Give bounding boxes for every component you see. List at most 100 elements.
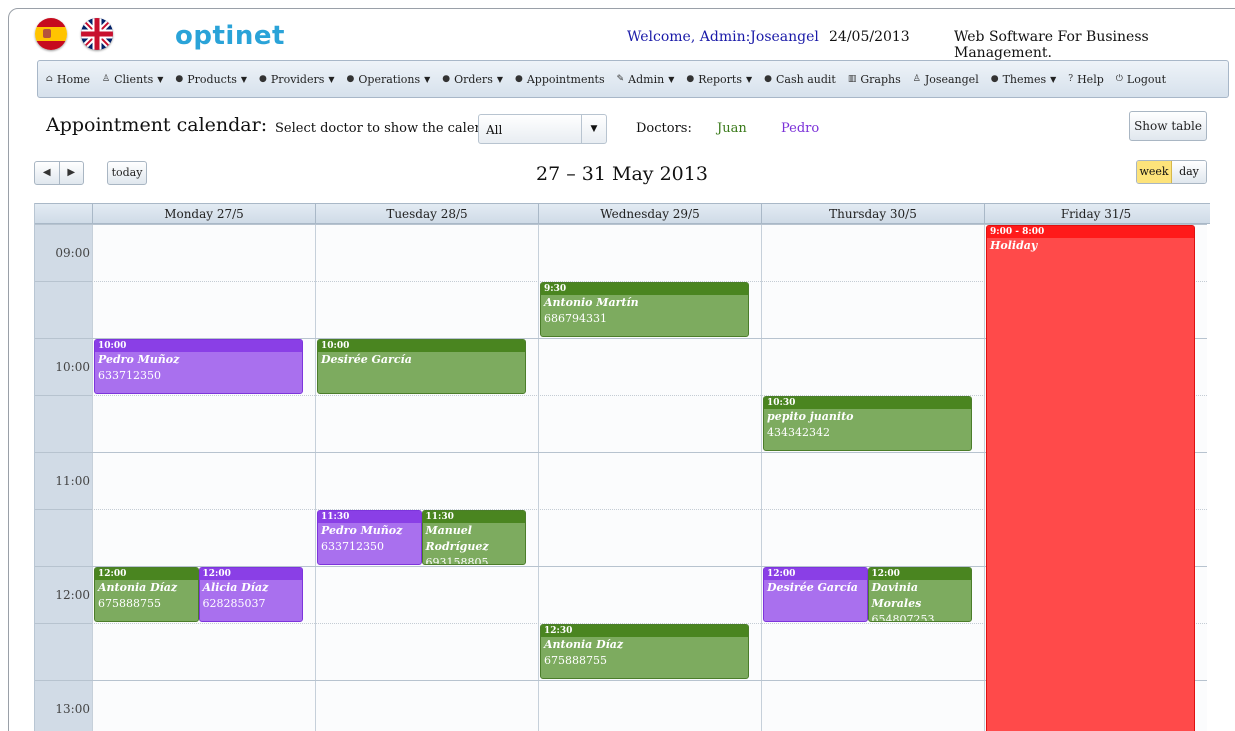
time-gutter: 09:00 10:00 11:00 12:00 13:00 (35, 224, 92, 731)
day-column[interactable] (92, 224, 315, 731)
nav-item-label: Orders (454, 72, 493, 86)
help-icon: ? (1068, 74, 1074, 84)
bullet-icon: ● (990, 74, 999, 84)
app-logo[interactable]: optinet (175, 21, 285, 51)
view-switcher: week day (1136, 160, 1207, 184)
chevron-down-icon: ▼ (1050, 74, 1057, 84)
day-view-button[interactable]: day (1172, 161, 1206, 183)
event-time: 12:00 (95, 568, 198, 580)
appointment-event[interactable]: 12:00 Alicia Díaz 628285037 (198, 567, 303, 622)
event-title: pepito juanito (767, 410, 854, 423)
spanish-flag-icon[interactable] (35, 18, 67, 50)
doctor-select[interactable]: All ▼ (478, 114, 607, 144)
week-view-button[interactable]: week (1137, 161, 1172, 183)
time-label: 10:00 (55, 360, 90, 374)
nav-item-clients[interactable]: ♙ Clients ▼ (102, 73, 163, 86)
nav-item-operations[interactable]: ● Operations ▼ (347, 73, 431, 86)
current-date: 24/05/2013 (829, 29, 910, 45)
event-time: 9:30 (541, 283, 748, 295)
prev-week-icon[interactable]: ◀ (35, 162, 59, 184)
event-time: 10:00 (318, 340, 525, 352)
nav-item-cash-audit[interactable]: ● Cash audit (764, 73, 836, 86)
nav-item-label: Help (1077, 72, 1104, 86)
appointment-event[interactable]: 12:30 Antonia Díaz 675888755 (540, 624, 749, 679)
chevron-down-icon: ▼ (157, 74, 164, 84)
bullet-icon: ● (686, 74, 695, 84)
nav-item-admin[interactable]: ✎ Admin ▼ (617, 73, 675, 86)
user-icon: ♙ (912, 74, 921, 84)
chevron-down-icon[interactable]: ▼ (581, 115, 606, 143)
nav-item-graphs[interactable]: ▥ Graphs (848, 73, 901, 86)
nav-item-themes[interactable]: ● Themes ▼ (991, 73, 1057, 86)
day-column[interactable] (761, 224, 984, 731)
appointment-event[interactable]: 11:30 Pedro Muñoz 633712350 (317, 510, 422, 565)
event-title: Antonia Díaz (544, 638, 624, 651)
time-label: 12:00 (55, 588, 90, 602)
nav-item-home[interactable]: ⌂ Home (46, 73, 90, 86)
nav-item-label: Home (56, 72, 91, 86)
doctor-select-value: All (486, 123, 503, 137)
chevron-down-icon: ▼ (496, 74, 503, 84)
appointment-event[interactable]: 10:30 pepito juanito 434342342 (763, 396, 972, 451)
today-button[interactable]: today (107, 161, 147, 185)
appointment-event[interactable]: 9:30 Antonio Martín 686794331 (540, 282, 749, 337)
nav-item-label: Logout (1126, 72, 1166, 86)
event-phone: 434342342 (767, 426, 830, 439)
english-flag-icon[interactable] (81, 18, 113, 50)
event-time: 12:00 (868, 568, 971, 580)
gutter-line (35, 395, 92, 396)
event-title: Antonio Martín (544, 296, 639, 309)
nav-item-reports[interactable]: ● Reports ▼ (686, 73, 752, 86)
wrench-icon: ✎ (616, 74, 625, 84)
main-nav: ⌂ Home ♙ Clients ▼ ● Products ▼ ● Providers ▼ ● Oper… (37, 60, 1229, 98)
show-table-button[interactable]: Show table (1129, 111, 1207, 141)
nav-item-help[interactable]: ? Help (1068, 73, 1104, 86)
chevron-down-icon: ▼ (424, 74, 431, 84)
bullet-icon: ● (175, 74, 184, 84)
time-label: 09:00 (55, 246, 90, 260)
event-title: Davinia Morales (871, 581, 922, 610)
day-column[interactable] (315, 224, 538, 731)
chevron-down-icon: ▼ (328, 74, 335, 84)
chevron-down-icon: ▼ (240, 74, 248, 84)
nav-item-logout[interactable]: ⏻ Logout (1116, 73, 1166, 86)
event-time: 9:00 - 8:00 (987, 226, 1194, 238)
event-title: Desirée García (767, 581, 858, 594)
nav-item-label: Themes (1002, 72, 1047, 86)
bullet-icon: ● (515, 74, 523, 84)
doctor-select-label: Select doctor to show the calendar: (275, 121, 510, 136)
nav-item-joseangel[interactable]: ♙ Joseangel (913, 73, 979, 86)
user-icon: ♙ (102, 74, 111, 84)
holiday-event[interactable]: 9:00 - 8:00 Holiday (986, 225, 1195, 731)
doctor-pedro[interactable]: Pedro (781, 121, 819, 136)
gutter-line (35, 509, 92, 510)
power-icon: ⏻ (1115, 74, 1123, 84)
nav-item-products[interactable]: ● Products ▼ (175, 73, 247, 86)
appointment-event[interactable]: 12:00 Antonia Díaz 675888755 (94, 567, 199, 622)
appointment-event[interactable]: 12:00 Desirée García (763, 567, 868, 622)
next-week-icon[interactable]: ▶ (58, 162, 84, 184)
event-phone: 633712350 (98, 369, 161, 382)
day-header: Tuesday 28/5 (315, 204, 538, 225)
app-window: optinet Welcome, Admin:Joseangel 24/05/2… (8, 8, 1235, 731)
nav-item-providers[interactable]: ● Providers ▼ (259, 73, 335, 86)
top-bar: optinet Welcome, Admin:Joseangel 24/05/2… (9, 9, 1235, 61)
nav-item-label: Graphs (860, 72, 901, 86)
bullet-icon: ● (259, 74, 267, 84)
appointment-event[interactable]: 12:00 Davinia Morales 654807253 (867, 567, 972, 622)
nav-item-appointments[interactable]: ● Appointments (515, 73, 605, 86)
gutter-line (35, 623, 92, 624)
event-phone: 675888755 (98, 597, 161, 610)
gutter-line (35, 224, 92, 225)
nav-item-label: Products (187, 72, 237, 86)
appointment-event[interactable]: 10:00 Desirée García (317, 339, 526, 394)
bullet-icon: ● (442, 74, 451, 84)
chevron-down-icon: ▼ (668, 74, 675, 84)
appointment-event[interactable]: 10:00 Pedro Muñoz 633712350 (94, 339, 303, 394)
nav-item-orders[interactable]: ● Orders ▼ (442, 73, 503, 86)
welcome-text: Welcome, Admin:Joseangel (627, 29, 819, 45)
appointment-event[interactable]: 11:30 Manuel Rodríguez 693158805 (421, 510, 526, 565)
doctor-juan[interactable]: Juan (717, 121, 747, 136)
event-phone: 693158805 (425, 556, 489, 565)
time-label: 11:00 (55, 474, 90, 488)
